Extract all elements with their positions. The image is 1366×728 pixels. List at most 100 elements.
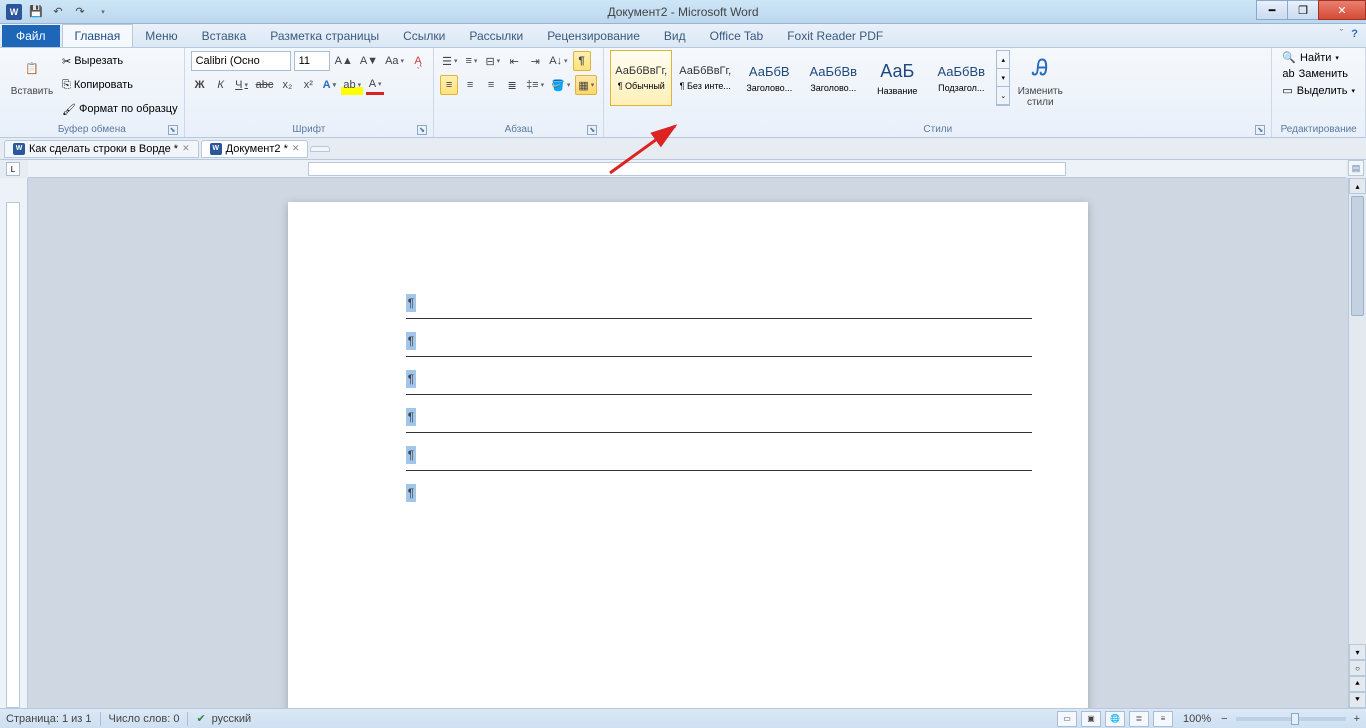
document-area[interactable]: ¶ ¶ ¶ ¶ ¶ ¶ [28,178,1348,708]
document-tab[interactable]: WДокумент2 *✕ [201,140,309,158]
clipboard-dialog-icon[interactable]: ⬊ [168,125,178,135]
redo-icon[interactable]: ↷ [70,2,90,22]
save-icon[interactable]: 💾 [26,2,46,22]
next-page-icon[interactable]: ⯆ [1349,692,1366,708]
style-item[interactable]: АаБбВвГг,¶ Без инте... [674,50,736,106]
italic-button[interactable]: К [212,75,230,95]
align-center-icon[interactable]: ≡ [461,75,479,95]
font-size-combo[interactable]: 11 [294,51,330,71]
browse-object-icon[interactable]: ○ [1349,660,1366,676]
document-tab[interactable]: WКак сделать строки в Ворде *✕ [4,140,199,158]
qat-customize-icon[interactable] [92,2,112,22]
view-draft-icon[interactable]: ≡ [1153,711,1173,727]
style-item[interactable]: АаБбВвЗаголово... [802,50,864,106]
ruler-horizontal[interactable] [28,160,1346,178]
view-full-screen-icon[interactable]: ▣ [1081,711,1101,727]
bold-button[interactable]: Ж [191,75,209,95]
close-tab-icon[interactable]: ✕ [292,143,300,154]
zoom-in-icon[interactable]: + [1354,713,1360,725]
styles-dialog-icon[interactable]: ⬊ [1255,125,1265,135]
superscript-button[interactable]: x² [299,75,317,95]
help-icon[interactable]: ? [1351,28,1358,40]
status-words[interactable]: Число слов: 0 [109,713,180,725]
prev-page-icon[interactable]: ⯅ [1349,676,1366,692]
select-button[interactable]: ▭Выделить▾ [1278,83,1359,98]
tab-office-tab[interactable]: Office Tab [698,25,776,47]
scrollbar-vertical[interactable]: ▴ ▾ ○ ⯅ ⯆ [1348,178,1366,708]
font-color-icon[interactable]: A [366,75,384,95]
zoom-level[interactable]: 100% [1183,713,1211,725]
spellcheck-icon[interactable]: ✔ [196,712,205,725]
font-dialog-icon[interactable]: ⬊ [417,125,427,135]
zoom-out-icon[interactable]: − [1221,713,1227,725]
tab-home[interactable]: Главная [62,24,134,47]
style-item[interactable]: АаБбВвПодзагол... [930,50,992,106]
clear-formatting-icon[interactable]: Ąͅ [409,51,427,71]
sort-icon[interactable]: A↓ [547,51,569,71]
paragraph-dialog-icon[interactable]: ⬊ [587,125,597,135]
zoom-slider[interactable] [1236,717,1346,721]
underline-button[interactable]: Ч [233,75,251,95]
increase-indent-icon[interactable]: ⇥ [526,51,544,71]
tab-insert[interactable]: Вставка [190,25,259,47]
cut-button[interactable]: ✂Вырезать [62,50,178,72]
undo-icon[interactable]: ↶ [48,2,68,22]
tab-foxit[interactable]: Foxit Reader PDF [775,25,895,47]
justify-icon[interactable]: ≣ [503,75,521,95]
text-effects-icon[interactable]: A [320,75,338,95]
subscript-button[interactable]: x₂ [278,75,296,95]
multilevel-list-icon[interactable]: ⊟ [483,51,502,71]
borders-button[interactable]: ▦ [575,75,597,95]
view-print-layout-icon[interactable]: ▭ [1057,711,1077,727]
change-styles-button[interactable]: Ꭿ Изменить стили [1014,50,1066,110]
tab-references[interactable]: Ссылки [391,25,457,47]
ruler-toggle[interactable]: ▤ [1348,160,1364,178]
numbering-icon[interactable]: ≡ [462,51,480,71]
file-tab[interactable]: Файл [2,25,60,47]
bullets-icon[interactable]: ☰ [440,51,459,71]
scroll-down-icon[interactable]: ▾ [1349,644,1366,660]
page[interactable]: ¶ ¶ ¶ ¶ ¶ ¶ [288,202,1088,708]
close-tab-icon[interactable]: ✕ [182,143,190,154]
style-item[interactable]: АаБбВвГг,¶ Обычный [610,50,672,106]
styles-scroll[interactable]: ▴▾⌄ [996,50,1010,106]
minimize-ribbon-icon[interactable]: ˇ [1340,28,1344,40]
status-language[interactable]: русский [212,713,251,725]
align-left-icon[interactable]: ≡ [440,75,458,95]
shrink-font-icon[interactable]: A▼ [358,51,380,71]
ruler-vertical[interactable] [0,178,28,708]
font-name-combo[interactable]: Calibri (Осно [191,51,291,71]
view-outline-icon[interactable]: ≣ [1129,711,1149,727]
scroll-up-icon[interactable]: ▴ [1349,178,1366,194]
grow-font-icon[interactable]: A▲ [333,51,355,71]
align-right-icon[interactable]: ≡ [482,75,500,95]
replace-button[interactable]: abЗаменить [1278,67,1359,81]
shading-icon[interactable]: 🪣 [549,75,572,95]
change-case-icon[interactable]: Aa [383,51,406,71]
app-icon[interactable]: W [4,2,24,22]
strikethrough-button[interactable]: abc [254,75,276,95]
tab-selector[interactable]: L [6,162,20,176]
find-button[interactable]: 🔍Найти▾ [1278,50,1359,65]
tab-mailings[interactable]: Рассылки [457,25,535,47]
paste-button[interactable]: 📋 Вставить [6,50,58,99]
tab-menu[interactable]: Меню [133,25,189,47]
format-painter-button[interactable]: 🖌Формат по образцу [62,98,178,120]
show-hide-pilcrow-button[interactable]: ¶ [573,51,591,71]
line-spacing-icon[interactable]: ‡≡ [524,75,546,95]
style-item[interactable]: АаБНазвание [866,50,928,106]
scroll-thumb[interactable] [1351,196,1364,316]
view-web-icon[interactable]: 🌐 [1105,711,1125,727]
status-page[interactable]: Страница: 1 из 1 [6,713,92,725]
decrease-indent-icon[interactable]: ⇤ [505,51,523,71]
tab-review[interactable]: Рецензирование [535,25,652,47]
tab-view[interactable]: Вид [652,25,698,47]
style-item[interactable]: АаБбВЗаголово... [738,50,800,106]
maximize-button[interactable]: ❐ [1287,0,1319,20]
minimize-button[interactable]: ━ [1256,0,1288,20]
copy-button[interactable]: ⎘Копировать [62,74,178,96]
close-button[interactable]: ✕ [1318,0,1366,20]
new-tab-button[interactable] [310,146,330,152]
highlight-color-icon[interactable]: ab [341,75,363,95]
tab-page-layout[interactable]: Разметка страницы [258,25,391,47]
